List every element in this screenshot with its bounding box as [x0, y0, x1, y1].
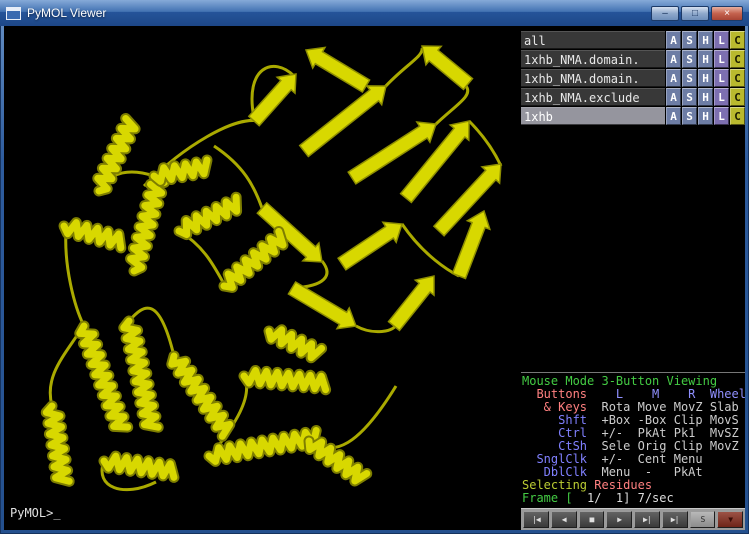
- object-list: allASHLC1xhb_NMA.domain.ASHLC1xhb_NMA.do…: [521, 31, 745, 126]
- hide-button[interactable]: H: [698, 31, 713, 49]
- hide-button[interactable]: H: [698, 50, 713, 68]
- hide-button[interactable]: H: [698, 107, 713, 125]
- show-button[interactable]: S: [682, 69, 697, 87]
- mouse-text-segment: Sele Orig Clip MovZ: [594, 439, 739, 453]
- mouse-text-segment: CtSh: [522, 439, 594, 453]
- mouse-text-segment: DblClk: [522, 465, 594, 479]
- object-row[interactable]: allASHLC: [521, 31, 745, 49]
- playback-bar: |◀◀■▶▶|▶|S▼: [521, 508, 745, 530]
- object-name[interactable]: all: [521, 31, 665, 49]
- hide-button[interactable]: H: [698, 88, 713, 106]
- show-button[interactable]: S: [682, 107, 697, 125]
- mouse-text-segment: +/- Cent Menu: [594, 452, 702, 466]
- action-button[interactable]: A: [666, 69, 681, 87]
- go-to-end-button[interactable]: ▶|: [662, 511, 688, 528]
- protein-structure[interactable]: [4, 26, 520, 530]
- mouse-text-segment: +/- PkAt Pk1 MvSZ: [594, 426, 739, 440]
- mouse-text-segment: Menu - PkAt: [594, 465, 702, 479]
- mouse-text-segment: Residues: [594, 478, 652, 492]
- mouse-text-segment: Mouse Mode 3-Button Viewing: [522, 374, 717, 388]
- color-button[interactable]: C: [730, 50, 745, 68]
- fullscreen-button[interactable]: ▼: [717, 511, 743, 528]
- show-button[interactable]: S: [682, 50, 697, 68]
- go-to-start-button[interactable]: |◀: [523, 511, 549, 528]
- action-button[interactable]: A: [666, 88, 681, 106]
- color-button[interactable]: C: [730, 88, 745, 106]
- show-button[interactable]: S: [682, 31, 697, 49]
- mouse-text-segment: Buttons: [522, 387, 594, 401]
- mouse-text-segment: Frame [: [522, 491, 580, 505]
- object-name[interactable]: 1xhb_NMA.exclude: [521, 88, 665, 106]
- minimize-button[interactable]: –: [651, 6, 679, 21]
- close-button[interactable]: ×: [711, 6, 743, 21]
- mouse-text-segment: Shft: [522, 413, 594, 427]
- label-button[interactable]: L: [714, 31, 729, 49]
- mouse-text-segment: +Box -Box Clip MovS: [594, 413, 739, 427]
- step-forward-button[interactable]: ▶|: [634, 511, 660, 528]
- sidebar-spacer: [521, 126, 745, 372]
- show-button[interactable]: S: [682, 88, 697, 106]
- window-icon[interactable]: [6, 7, 21, 20]
- mouse-text-segment: L M R Wheel: [594, 387, 746, 401]
- window-title: PyMOL Viewer: [27, 6, 106, 20]
- sidebar: allASHLC1xhb_NMA.domain.ASHLC1xhb_NMA.do…: [521, 26, 745, 530]
- stop-button[interactable]: ■: [579, 511, 605, 528]
- color-button[interactable]: C: [730, 69, 745, 87]
- object-name[interactable]: 1xhb_NMA.domain.: [521, 50, 665, 68]
- object-row[interactable]: 1xhbASHLC: [521, 107, 745, 125]
- pymol-window: PyMOL Viewer – □ × PyMOL>_ allASHLC1xhb_…: [0, 0, 749, 534]
- scene-button[interactable]: S: [690, 511, 716, 528]
- mouse-text-segment: SnglClk: [522, 452, 594, 466]
- label-button[interactable]: L: [714, 69, 729, 87]
- label-button[interactable]: L: [714, 88, 729, 106]
- mouse-text-segment: 1/ 1] 7/sec: [580, 491, 674, 505]
- color-button[interactable]: C: [730, 31, 745, 49]
- maximize-button[interactable]: □: [681, 6, 709, 21]
- window-content: PyMOL>_ allASHLC1xhb_NMA.domain.ASHLC1xh…: [4, 26, 745, 530]
- action-button[interactable]: A: [666, 107, 681, 125]
- hide-button[interactable]: H: [698, 69, 713, 87]
- window-controls: – □ ×: [651, 5, 743, 21]
- mouse-text-segment: Rota Move MovZ Slab: [594, 400, 739, 414]
- mouse-text-segment: & Keys: [522, 400, 594, 414]
- object-name[interactable]: 1xhb: [521, 107, 665, 125]
- object-row[interactable]: 1xhb_NMA.domain.ASHLC: [521, 69, 745, 87]
- step-back-button[interactable]: ◀: [551, 511, 577, 528]
- action-button[interactable]: A: [666, 31, 681, 49]
- object-row[interactable]: 1xhb_NMA.excludeASHLC: [521, 88, 745, 106]
- command-prompt[interactable]: PyMOL>_: [10, 506, 61, 520]
- mouse-panel-line: Frame [ 1/ 1] 7/sec: [522, 492, 745, 505]
- action-button[interactable]: A: [666, 50, 681, 68]
- viewport[interactable]: PyMOL>_: [4, 26, 520, 530]
- play-button[interactable]: ▶: [606, 511, 632, 528]
- object-row[interactable]: 1xhb_NMA.domain.ASHLC: [521, 50, 745, 68]
- label-button[interactable]: L: [714, 50, 729, 68]
- mouse-panel[interactable]: Mouse Mode 3-Button Viewing Buttons L M …: [521, 372, 745, 508]
- titlebar[interactable]: PyMOL Viewer – □ ×: [0, 0, 749, 26]
- mouse-text-segment: Selecting: [522, 478, 594, 492]
- object-name[interactable]: 1xhb_NMA.domain.: [521, 69, 665, 87]
- label-button[interactable]: L: [714, 107, 729, 125]
- mouse-text-segment: Ctrl: [522, 426, 594, 440]
- color-button[interactable]: C: [730, 107, 745, 125]
